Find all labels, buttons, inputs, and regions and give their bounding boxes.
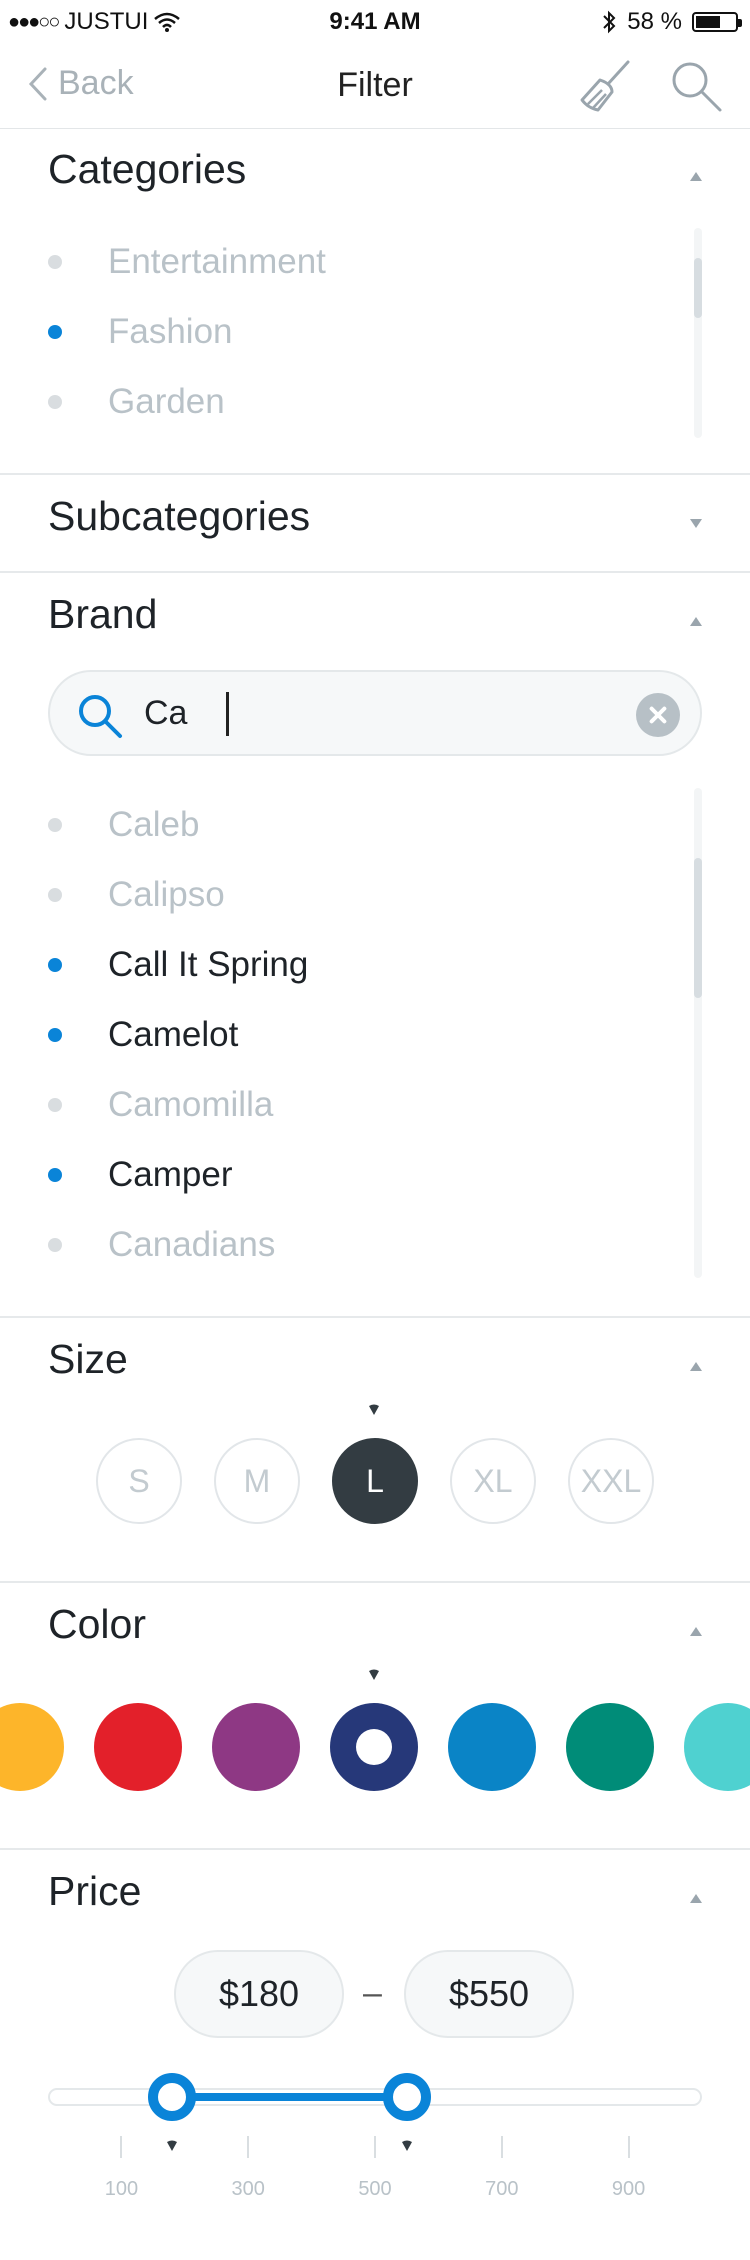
brand-title[interactable]: Brand xyxy=(48,591,157,638)
collapse-caret-icon[interactable] xyxy=(690,1894,702,1903)
nav-bar: Back Filter xyxy=(0,44,750,129)
selected-marker-icon xyxy=(369,1669,379,1680)
bluetooth-icon xyxy=(603,10,616,34)
selected-marker-icon xyxy=(369,1404,379,1415)
category-item[interactable]: Fashion xyxy=(48,302,233,362)
color-swatch[interactable] xyxy=(566,1703,654,1791)
subcategories-section: Subcategories xyxy=(0,475,750,573)
brand-label: Caleb xyxy=(108,805,200,844)
max-price-field[interactable]: $550 xyxy=(404,1950,574,2038)
size-option-m[interactable]: M xyxy=(214,1438,300,1524)
category-label: Garden xyxy=(108,382,225,421)
broom-icon[interactable] xyxy=(578,58,634,114)
scale-tick-label: 700 xyxy=(485,2178,519,2200)
price-separator: – xyxy=(363,1974,382,2012)
size-title[interactable]: Size xyxy=(48,1336,128,1383)
category-item[interactable]: Entertainment xyxy=(48,232,326,292)
size-option-s[interactable]: S xyxy=(96,1438,182,1524)
search-value: Ca xyxy=(144,694,188,732)
collapse-caret-icon[interactable] xyxy=(690,1362,702,1371)
brand-item[interactable]: Caleb xyxy=(48,795,199,855)
brand-search-input[interactable]: Ca xyxy=(48,670,702,756)
selected-indicator xyxy=(356,1729,392,1765)
bullet xyxy=(48,1238,62,1252)
min-price-handle[interactable] xyxy=(148,2073,197,2121)
status-bar: ●●●○○ JUSTUI 9:41 AM 58 % xyxy=(0,0,750,44)
scale-tick-label: 900 xyxy=(611,2178,646,2200)
brand-label: Canadians xyxy=(108,1225,276,1264)
bullet-selected xyxy=(48,1168,62,1182)
color-swatch[interactable] xyxy=(448,1703,536,1791)
page-title: Filter xyxy=(337,66,413,104)
brand-section: Brand Ca Caleb Calipso Call It Spring Ca… xyxy=(0,573,750,1318)
price-range-fill xyxy=(172,2093,407,2101)
color-swatch[interactable] xyxy=(0,1703,64,1791)
scale-tick xyxy=(120,2136,123,2158)
color-swatch[interactable] xyxy=(684,1703,750,1791)
size-option-xxl[interactable]: XXL xyxy=(568,1438,654,1524)
max-marker-icon xyxy=(401,2140,412,2151)
brand-item[interactable]: Call It Spring xyxy=(48,935,308,995)
scale-tick-label: 100 xyxy=(104,2178,139,2200)
brand-item[interactable]: Camper xyxy=(48,1145,232,1205)
brand-label: Camper xyxy=(108,1155,233,1194)
battery-icon xyxy=(692,12,742,32)
color-swatch-selected[interactable] xyxy=(330,1703,418,1791)
price-title[interactable]: Price xyxy=(48,1868,141,1915)
collapse-caret-icon[interactable] xyxy=(690,1627,702,1636)
scroll-thumb[interactable] xyxy=(694,258,702,318)
categories-scrollbar[interactable] xyxy=(694,228,702,438)
bullet-selected xyxy=(48,1028,62,1042)
bullet xyxy=(48,818,62,832)
brand-scrollbar[interactable] xyxy=(694,788,702,1278)
color-swatch[interactable] xyxy=(212,1703,300,1791)
scale-tick xyxy=(247,2136,250,2158)
scroll-thumb[interactable] xyxy=(694,858,702,998)
size-option-l[interactable]: L xyxy=(332,1438,418,1524)
text-cursor xyxy=(226,692,229,736)
bullet xyxy=(48,395,62,409)
bullet-selected xyxy=(48,325,62,339)
max-price-handle[interactable] xyxy=(382,2073,431,2121)
min-price-field[interactable]: $180 xyxy=(174,1950,344,2038)
bullet xyxy=(48,255,62,269)
search-icon xyxy=(79,695,122,738)
bullet xyxy=(48,888,62,902)
brand-label: Camelot xyxy=(108,1015,239,1054)
category-label: Entertainment xyxy=(108,242,326,281)
scale-tick xyxy=(374,2136,376,2158)
scale-tick xyxy=(500,2136,503,2158)
category-label: Fashion xyxy=(108,312,233,351)
collapse-caret-icon[interactable] xyxy=(690,617,702,626)
size-section: Size S M L XL XXL xyxy=(0,1318,750,1583)
bullet-selected xyxy=(48,958,62,972)
brand-item[interactable]: Calipso xyxy=(48,865,225,925)
scale-tick-label: 500 xyxy=(358,2178,392,2200)
search-icon[interactable] xyxy=(668,58,724,114)
color-swatch[interactable] xyxy=(94,1703,182,1791)
bullet xyxy=(48,1098,62,1112)
color-title[interactable]: Color xyxy=(48,1601,146,1648)
brand-item[interactable]: Canadians xyxy=(48,1215,275,1275)
categories-title[interactable]: Categories xyxy=(48,146,246,193)
size-option-xl[interactable]: XL xyxy=(450,1438,536,1524)
price-section: Price $180 – $550 100 300 500 700 900 xyxy=(0,1850,750,2260)
brand-item[interactable]: Camomilla xyxy=(48,1075,273,1135)
brand-item[interactable]: Camelot xyxy=(48,1005,238,1065)
scale-tick xyxy=(627,2136,630,2158)
collapse-caret-icon[interactable] xyxy=(690,172,702,181)
min-marker-icon xyxy=(167,2140,178,2151)
brand-label: Camomilla xyxy=(108,1085,274,1124)
subcategories-title[interactable]: Subcategories xyxy=(48,493,310,540)
category-item[interactable]: Garden xyxy=(48,372,225,432)
battery-percent: 58 % xyxy=(627,8,682,35)
brand-label: Call It Spring xyxy=(108,945,309,984)
categories-section: Categories Entertainment Fashion Garden xyxy=(0,128,750,475)
brand-label: Calipso xyxy=(108,875,225,914)
clear-icon[interactable] xyxy=(636,693,680,737)
expand-caret-icon[interactable] xyxy=(690,519,702,528)
color-section: Color xyxy=(0,1583,750,1850)
scale-tick-label: 300 xyxy=(231,2178,265,2200)
